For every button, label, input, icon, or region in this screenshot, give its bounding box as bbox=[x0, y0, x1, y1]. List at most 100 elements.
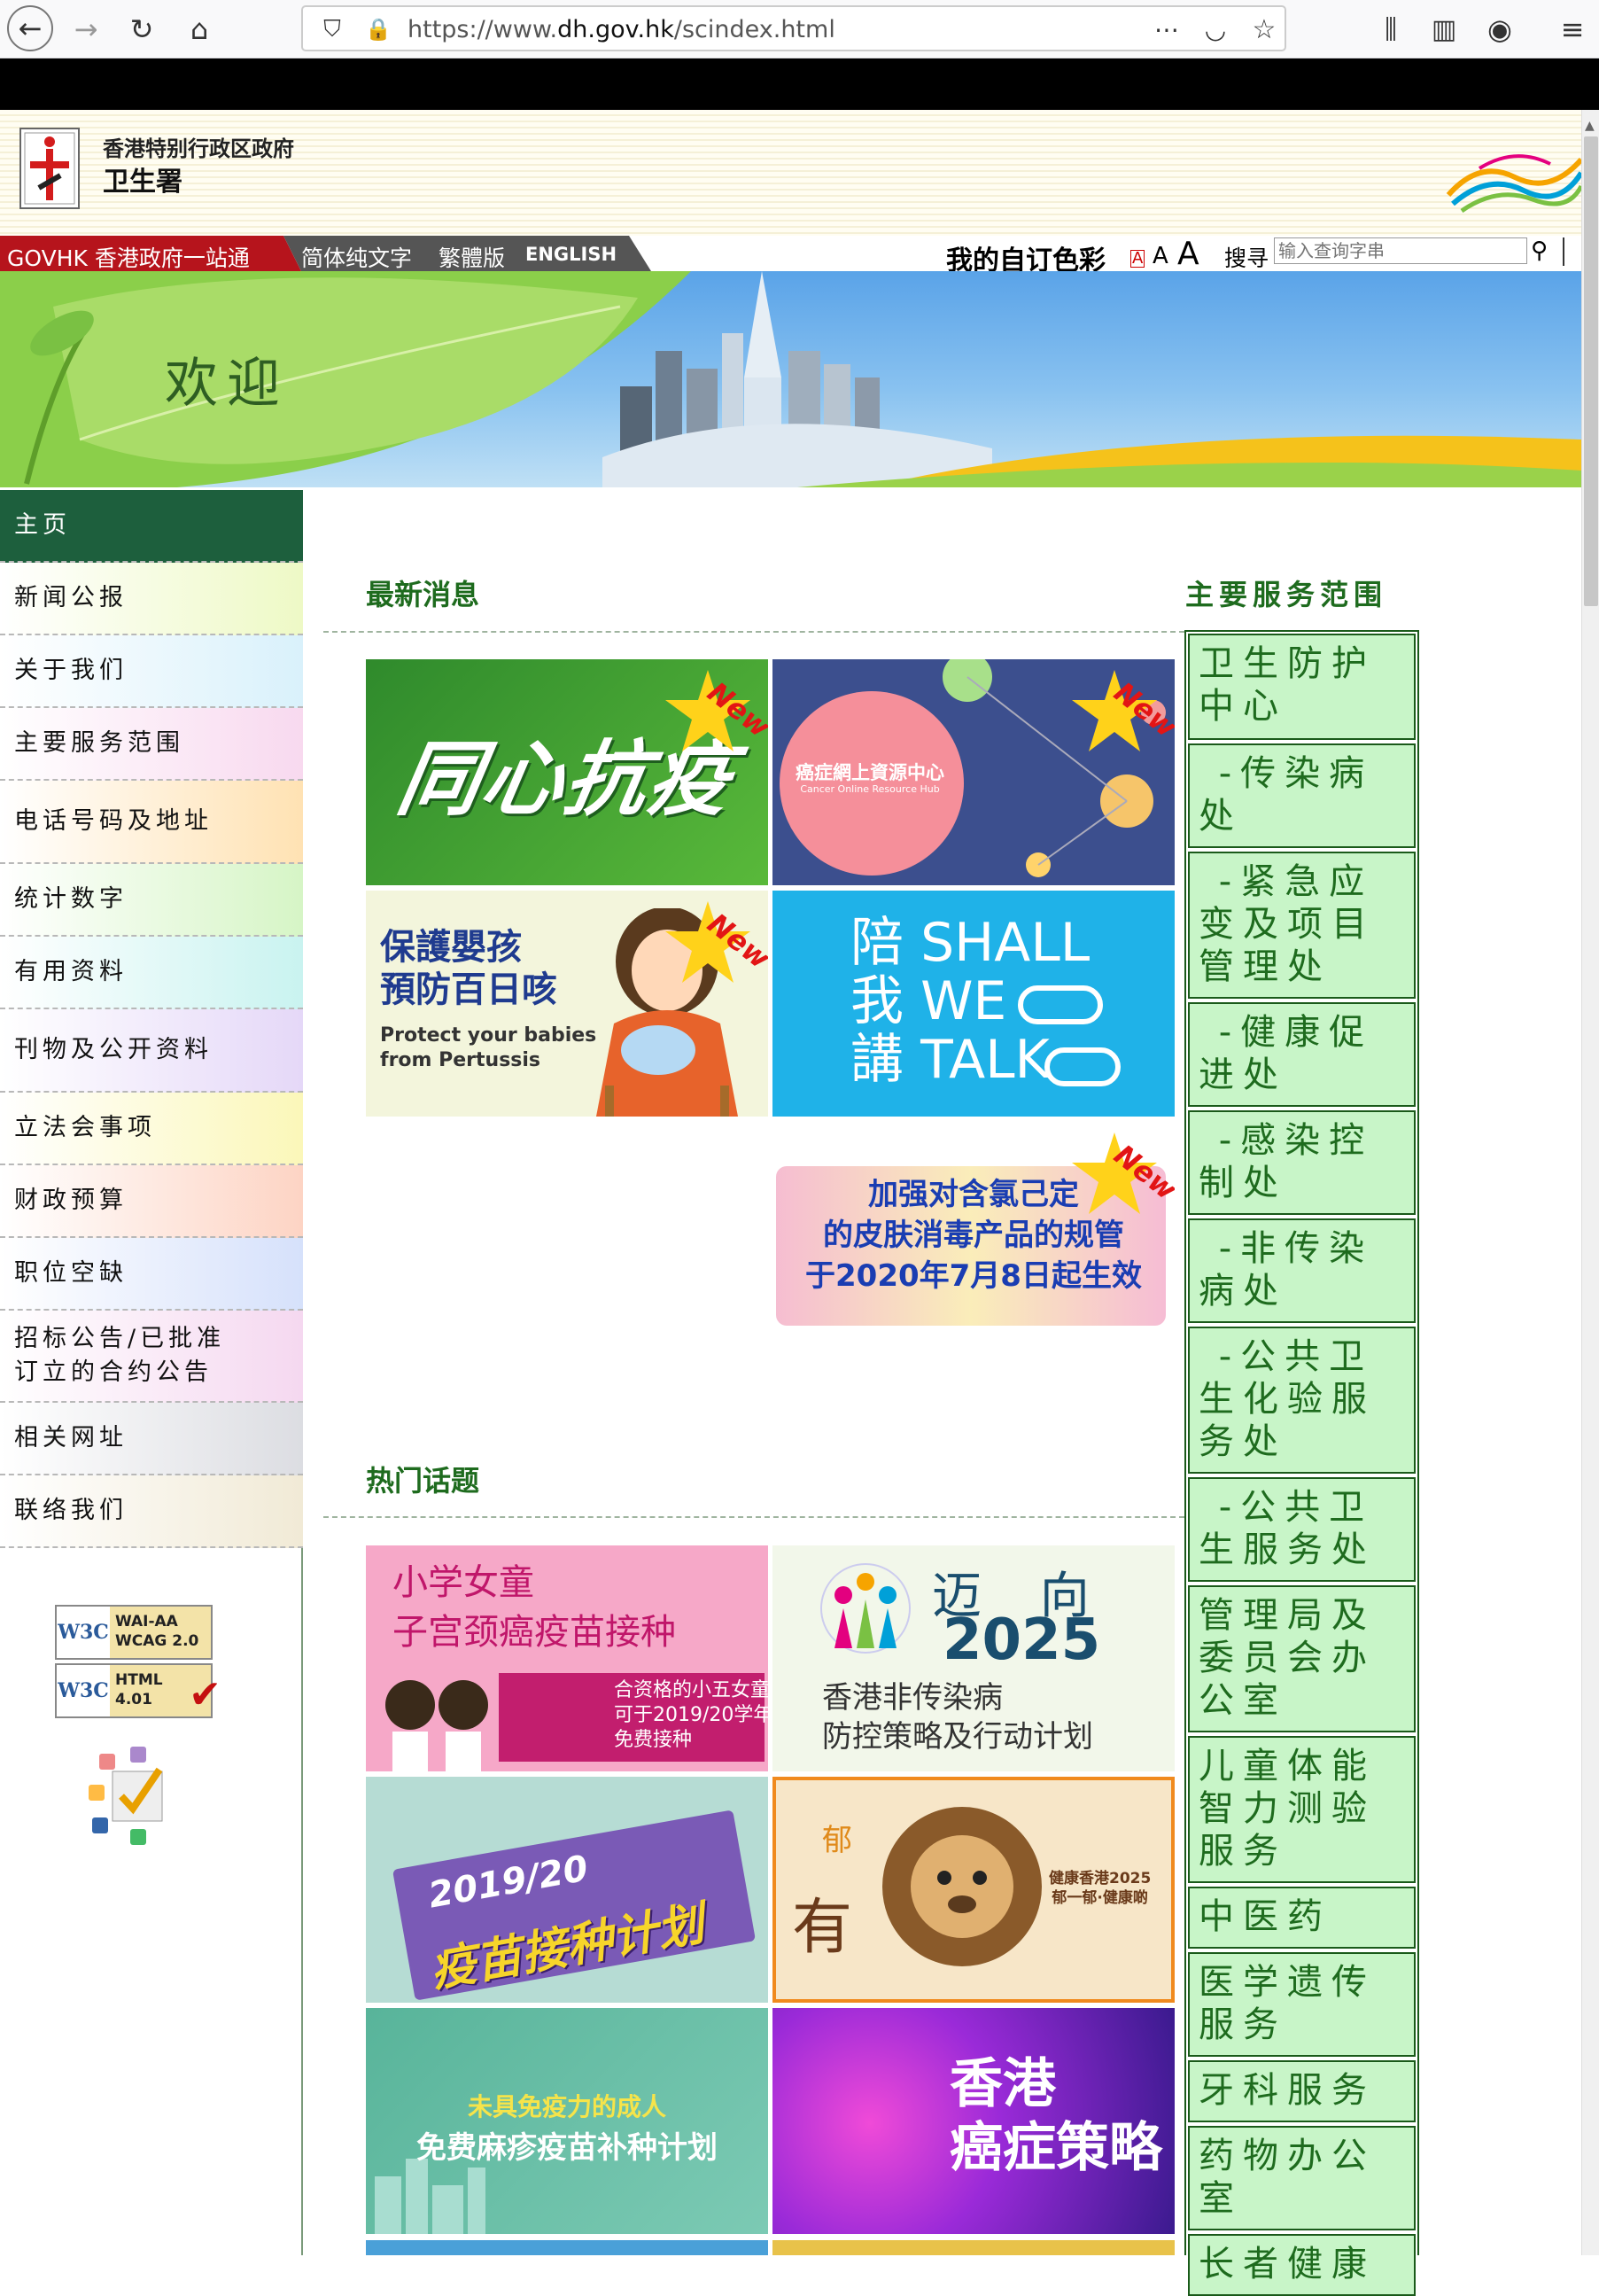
sidebar-item-legco[interactable]: 立法会事项 bbox=[0, 1093, 303, 1165]
url-bar[interactable]: ⛉ 🔒 https://www.dh.gov.hk/scindex.html ⋯… bbox=[301, 5, 1286, 51]
service-ncd[interactable]: -非传染病处 bbox=[1188, 1218, 1416, 1323]
services-heading: 主要服务范围 bbox=[1185, 578, 1388, 611]
account-icon[interactable]: ◉ bbox=[1478, 7, 1522, 51]
sidebar-item-statistics[interactable]: 统计数字 bbox=[0, 864, 303, 937]
sidebar: 主页 新闻公报 关于我们 主要服务范围 电话号码及地址 统计数字 有用资料 刊物… bbox=[0, 490, 303, 2255]
service-dental[interactable]: 牙科服务 bbox=[1188, 2060, 1416, 2122]
tile-char1: 郁 bbox=[822, 1823, 852, 1858]
sidebar-item-contact[interactable]: 联络我们 bbox=[0, 1475, 303, 1548]
w3c-html-badge[interactable]: W3C HTML 4.01 ✔ bbox=[55, 1663, 221, 1718]
latest-news-heading: 最新消息 bbox=[366, 578, 480, 611]
sidebar-item-about[interactable]: 关于我们 bbox=[0, 635, 303, 708]
sidebar-item-press[interactable]: 新闻公报 bbox=[0, 563, 303, 635]
vertical-scrollbar[interactable]: ▲ bbox=[1581, 110, 1599, 2255]
service-child-assessment[interactable]: 儿童体能智力测验服务 bbox=[1188, 1736, 1416, 1883]
bookmark-star-icon[interactable]: ☆ bbox=[1242, 7, 1286, 51]
simple-text-link[interactable]: 简体纯文字 bbox=[301, 241, 412, 273]
services-list: 卫生防护中心 -传染病处 -紧急应变及项目管理处 -健康促进处 -感染控制处 -… bbox=[1184, 630, 1419, 2296]
service-chinese-medicine[interactable]: 中医药 bbox=[1188, 1887, 1416, 1949]
service-public-health-lab[interactable]: -公共卫生化验服务处 bbox=[1188, 1327, 1416, 1474]
org-name-line1: 香港特别行政区政府 bbox=[103, 136, 294, 161]
sidebar-item-budget[interactable]: 财政预算 bbox=[0, 1165, 303, 1238]
service-genetic[interactable]: 医学遗传服务 bbox=[1188, 1952, 1416, 2057]
english-link[interactable]: ENGLISH bbox=[525, 244, 617, 265]
sidebar-item-phone[interactable]: 电话号码及地址 bbox=[0, 781, 303, 864]
scrollbar-thumb[interactable] bbox=[1584, 136, 1598, 606]
sidebar-item-useful[interactable]: 有用资料 bbox=[0, 937, 303, 1009]
tile-title: 癌症網上資源中心 bbox=[796, 762, 944, 783]
site-header: 香港特别行政区政府 卫生署 bbox=[0, 110, 1584, 236]
tile-subtitle: 合资格的小五女童 可于2019/20学年 免费接种 bbox=[614, 1679, 768, 1751]
welcome-text: 欢迎 bbox=[165, 353, 289, 415]
accessibility-icon[interactable] bbox=[82, 1745, 179, 1851]
font-size-medium[interactable]: A bbox=[1153, 243, 1168, 269]
divider bbox=[323, 631, 1184, 633]
library-icon[interactable]: ⫼ bbox=[1369, 7, 1413, 51]
service-elderly-health[interactable]: 长者健康 bbox=[1188, 2234, 1416, 2296]
govhk-bar: GOVHK 香港政府一站通 简体纯文字 繁體版 ENGLISH 我的自订色彩 A… bbox=[0, 236, 1581, 276]
tile-char2: 有 bbox=[792, 1893, 853, 1963]
top-black-bar bbox=[0, 58, 1599, 110]
back-icon[interactable]: ← bbox=[7, 5, 53, 51]
tile-subtitle: 健康香港2025 郁一郁·健康啲 bbox=[1049, 1870, 1152, 1907]
tile-fight-epidemic[interactable]: 同心抗疫 New bbox=[366, 659, 768, 885]
tile-cancer-online-hub[interactable]: 癌症網上資源中心 Cancer Online Resource Hub New bbox=[772, 659, 1175, 885]
hamburger-menu-icon[interactable]: ≡ bbox=[1550, 7, 1595, 51]
search-icon[interactable]: ⚲ bbox=[1531, 237, 1548, 264]
search-input[interactable] bbox=[1274, 237, 1527, 264]
tile-partial[interactable] bbox=[366, 2240, 768, 2255]
sidebar-item-tenders[interactable]: 招标公告/已批准订立的合约公告 bbox=[0, 1311, 303, 1403]
home-icon[interactable]: ⌂ bbox=[177, 7, 221, 51]
brandhk-dragon-graphic bbox=[1446, 154, 1584, 213]
tile-title: 保護嬰孩 預防百日咳 bbox=[380, 927, 557, 1010]
service-drug-office[interactable]: 药物办公室 bbox=[1188, 2126, 1416, 2230]
reload-icon[interactable]: ↻ bbox=[120, 7, 164, 51]
tile-measles-vaccine[interactable]: 未具免疫力的成人 免费麻疹疫苗补种计划 bbox=[366, 2008, 768, 2234]
tile-ncd-2025[interactable]: 迈 向 2025 香港非传染病 防控策略及行动计划 bbox=[772, 1545, 1175, 1771]
shield-icon[interactable]: ⛉ bbox=[310, 7, 354, 51]
service-emergency-response[interactable]: -紧急应变及项目管理处 bbox=[1188, 852, 1416, 999]
lock-icon[interactable]: 🔒 bbox=[356, 7, 400, 51]
tile-hpv-vaccine[interactable]: 小学女童 子宫颈癌疫苗接种 合资格的小五女童 可于2019/20学年 免费接种 bbox=[366, 1545, 768, 1771]
service-public-health-services[interactable]: -公共卫生服务处 bbox=[1188, 1477, 1416, 1582]
sidebar-item-vacancies[interactable]: 职位空缺 bbox=[0, 1238, 303, 1311]
sidebar-item-links[interactable]: 相关网址 bbox=[0, 1403, 303, 1475]
welcome-banner: 欢迎 bbox=[0, 271, 1581, 487]
tile-subtitle: Protect your babies from Pertussis bbox=[380, 1024, 597, 1071]
tile-partial[interactable] bbox=[772, 2240, 1175, 2255]
tile-title: 陪 SHALL 我 WE 講 TALK bbox=[850, 912, 1091, 1091]
scroll-up-icon[interactable]: ▲ bbox=[1585, 119, 1595, 133]
forward-icon[interactable]: → bbox=[64, 7, 108, 51]
tile-title: 小学女童 子宫颈癌疫苗接种 bbox=[392, 1562, 676, 1653]
dh-logo[interactable] bbox=[19, 128, 80, 209]
sidebar-item-home[interactable]: 主页 bbox=[0, 490, 303, 563]
sidebar-item-services[interactable]: 主要服务范围 bbox=[0, 708, 303, 781]
tile-subtitle: 未具免疫力的成人 bbox=[467, 2092, 666, 2121]
font-size-large[interactable]: A bbox=[1177, 236, 1199, 272]
url-text[interactable]: https://www.dh.gov.hk/scindex.html bbox=[408, 16, 835, 43]
sidebar-toggle-icon[interactable]: ▥ bbox=[1422, 7, 1466, 51]
service-chp[interactable]: 卫生防护中心 bbox=[1188, 634, 1416, 740]
tile-pertussis[interactable]: 保護嬰孩 預防百日咳 Protect your babies from Pert… bbox=[366, 891, 768, 1117]
divider bbox=[1563, 237, 1564, 266]
tile-cancer-strategy[interactable]: 香港 癌症策略 bbox=[772, 2008, 1175, 2234]
tile-shall-we-talk[interactable]: 陪 SHALL 我 WE 講 TALK bbox=[772, 891, 1175, 1117]
page-actions-icon[interactable]: ⋯ bbox=[1145, 7, 1189, 51]
service-infection-control[interactable]: -感染控制处 bbox=[1188, 1110, 1416, 1215]
tile-chlorhexidine[interactable]: 加强对含氯己定 的皮肤消毒产品的规管 于2020年7月8日起生效 New bbox=[772, 1122, 1175, 1348]
pocket-icon[interactable]: ◡ bbox=[1193, 7, 1238, 51]
tile-healthy-hk-2025[interactable]: 郁 有 健康香港2025 郁一郁·健康啲 bbox=[772, 1777, 1175, 2003]
sidebar-item-publications[interactable]: 刊物及公开资料 bbox=[0, 1009, 303, 1093]
org-name-line2: 卫生署 bbox=[103, 167, 182, 198]
traditional-chinese-link[interactable]: 繁體版 bbox=[439, 241, 505, 273]
service-health-promotion[interactable]: -健康促进处 bbox=[1188, 1002, 1416, 1107]
hot-topics-heading: 热门话题 bbox=[366, 1464, 480, 1498]
w3c-wai-badge[interactable]: W3C WAI-AA WCAG 2.0 bbox=[55, 1605, 213, 1660]
service-communicable-disease[interactable]: -传染病处 bbox=[1188, 743, 1416, 848]
font-size-small[interactable]: A bbox=[1130, 250, 1145, 268]
checkmark-icon: ✔ bbox=[189, 1672, 221, 1717]
tile-subtitle: Cancer Online Resource Hub bbox=[800, 783, 940, 795]
service-boards-councils[interactable]: 管理局及委员会办公室 bbox=[1188, 1585, 1416, 1732]
tile-vaccination-programme[interactable]: 2019/20 疫苗接种计划 bbox=[366, 1777, 768, 2003]
govhk-link[interactable]: GOVHK 香港政府一站通 bbox=[7, 241, 250, 273]
